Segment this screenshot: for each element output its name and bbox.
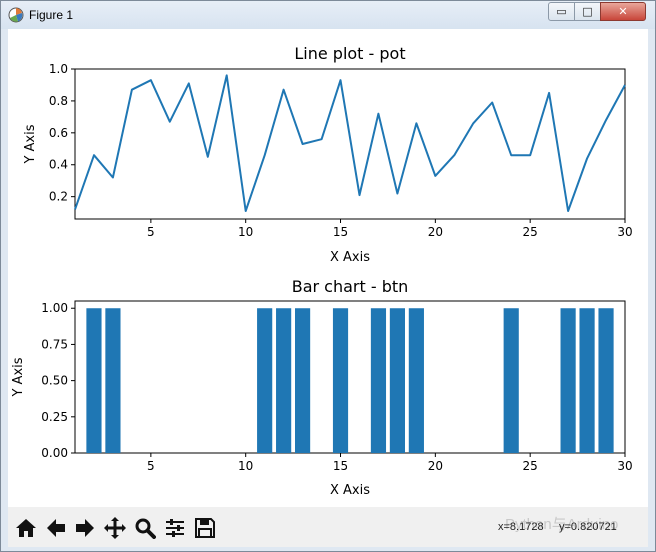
line-plot-ytick-label: 0.2 (49, 190, 68, 204)
bar-chart-frame (74, 300, 626, 454)
line-plot-title: Line plot - pot (294, 44, 405, 63)
cursor-y-readout: y=0.820721 (559, 521, 617, 533)
bar-chart-xtick-label: 20 (428, 459, 443, 473)
bar-chart-xtick-label: 5 (147, 459, 155, 473)
btn-bar (408, 308, 424, 453)
zoom-icon (135, 518, 156, 539)
bar-chart-xtick-label: 25 (523, 459, 538, 473)
bar-chart-ytick-label: 1.00 (41, 301, 68, 315)
btn-bar (560, 308, 576, 453)
bar-chart-ytick-label: 0.75 (41, 337, 68, 351)
btn-bar (370, 308, 387, 453)
configure-subplots-button[interactable] (161, 514, 188, 541)
back-arrow-icon (46, 518, 65, 537)
bar-chart-ytick-label: 0.50 (41, 374, 68, 388)
line-plot-xtick-label: 25 (523, 225, 538, 239)
line-plot-ylabel: Y Axis (23, 124, 38, 164)
btn-bar (389, 308, 405, 453)
bar-chart-ytick-label: 0.25 (41, 410, 68, 424)
figure-window: Figure 1 ▭ □ ✕ Line plot - pot 5 10 15 20 25… (0, 0, 656, 552)
line-plot-xtick-label: 15 (333, 225, 348, 239)
home-button[interactable] (12, 514, 39, 541)
cursor-x-readout: x=8.1728 (498, 521, 544, 533)
bar-chart-xtick-label: 10 (238, 459, 253, 473)
bar-chart-title: Bar chart - btn (292, 277, 409, 296)
zoom-button[interactable] (131, 514, 158, 541)
line-plot-ytick-label: 1.0 (49, 62, 68, 76)
btn-bar (86, 308, 102, 453)
line-plot-xlabel: X Axis (330, 250, 370, 265)
window-title: Figure 1 (29, 8, 74, 22)
btn-bar (503, 308, 519, 453)
forward-button[interactable] (71, 514, 98, 541)
configure-subplots-icon (165, 518, 184, 537)
forward-arrow-icon (75, 518, 94, 537)
app-icon (8, 7, 24, 23)
save-button[interactable] (191, 514, 218, 541)
line-plot-ytick-label: 0.8 (49, 94, 68, 108)
bar-chart-xlabel: X Axis (330, 483, 370, 498)
btn-bar (276, 308, 292, 453)
title-bar[interactable]: Figure 1 ▭ □ ✕ (1, 1, 655, 29)
close-icon: ✕ (618, 5, 628, 18)
line-plot-xtick-label: 10 (238, 225, 253, 239)
line-plot-axes: Line plot - pot 5 10 15 20 25 30 0.2 0.4 0.6 0.8 1… (23, 44, 633, 265)
figure-svg: Line plot - pot 5 10 15 20 25 30 0.2 0.4 0.6 0.8 1… (11, 44, 633, 498)
close-button[interactable]: ✕ (600, 2, 646, 21)
line-plot-frame (74, 68, 626, 220)
line-plot-xtick-label: 30 (617, 225, 632, 239)
back-button[interactable] (42, 514, 69, 541)
btn-bar (598, 308, 614, 453)
figure-canvas[interactable]: Line plot - pot 5 10 15 20 25 30 0.2 0.4 0.6 0.8 1… (8, 29, 648, 507)
navigation-toolbar: Python与Arduino x=8.1728 y=0.820721 (8, 507, 648, 547)
save-icon (194, 517, 215, 538)
bar-chart-xtick-label: 30 (617, 459, 632, 473)
pot-series-line (74, 74, 626, 212)
pan-button[interactable] (101, 514, 128, 541)
line-plot-xtick-label: 20 (428, 225, 443, 239)
btn-bar (579, 308, 595, 453)
bar-chart-ytick-label: 0.00 (41, 446, 68, 460)
line-plot-ytick-label: 0.4 (49, 158, 68, 172)
maximize-button[interactable]: □ (574, 2, 601, 21)
line-plot-ytick-label: 0.6 (49, 126, 68, 140)
pan-icon (103, 516, 126, 539)
btn-bar (332, 308, 349, 453)
minimize-button[interactable]: ▭ (548, 2, 575, 21)
bar-chart-xtick-label: 15 (333, 459, 348, 473)
minimize-icon: ▭ (556, 5, 567, 18)
btn-bar (257, 308, 273, 453)
bar-chart-ylabel: Y Axis (11, 357, 26, 397)
btn-bar (105, 308, 121, 453)
home-icon (15, 518, 36, 537)
bar-chart-axes: Bar chart - btn 5 10 15 20 25 30 0.00 0.25 0.50 0… (11, 277, 633, 498)
btn-bar (295, 308, 311, 453)
line-plot-xtick-label: 5 (147, 225, 155, 239)
maximize-icon: □ (582, 5, 593, 18)
